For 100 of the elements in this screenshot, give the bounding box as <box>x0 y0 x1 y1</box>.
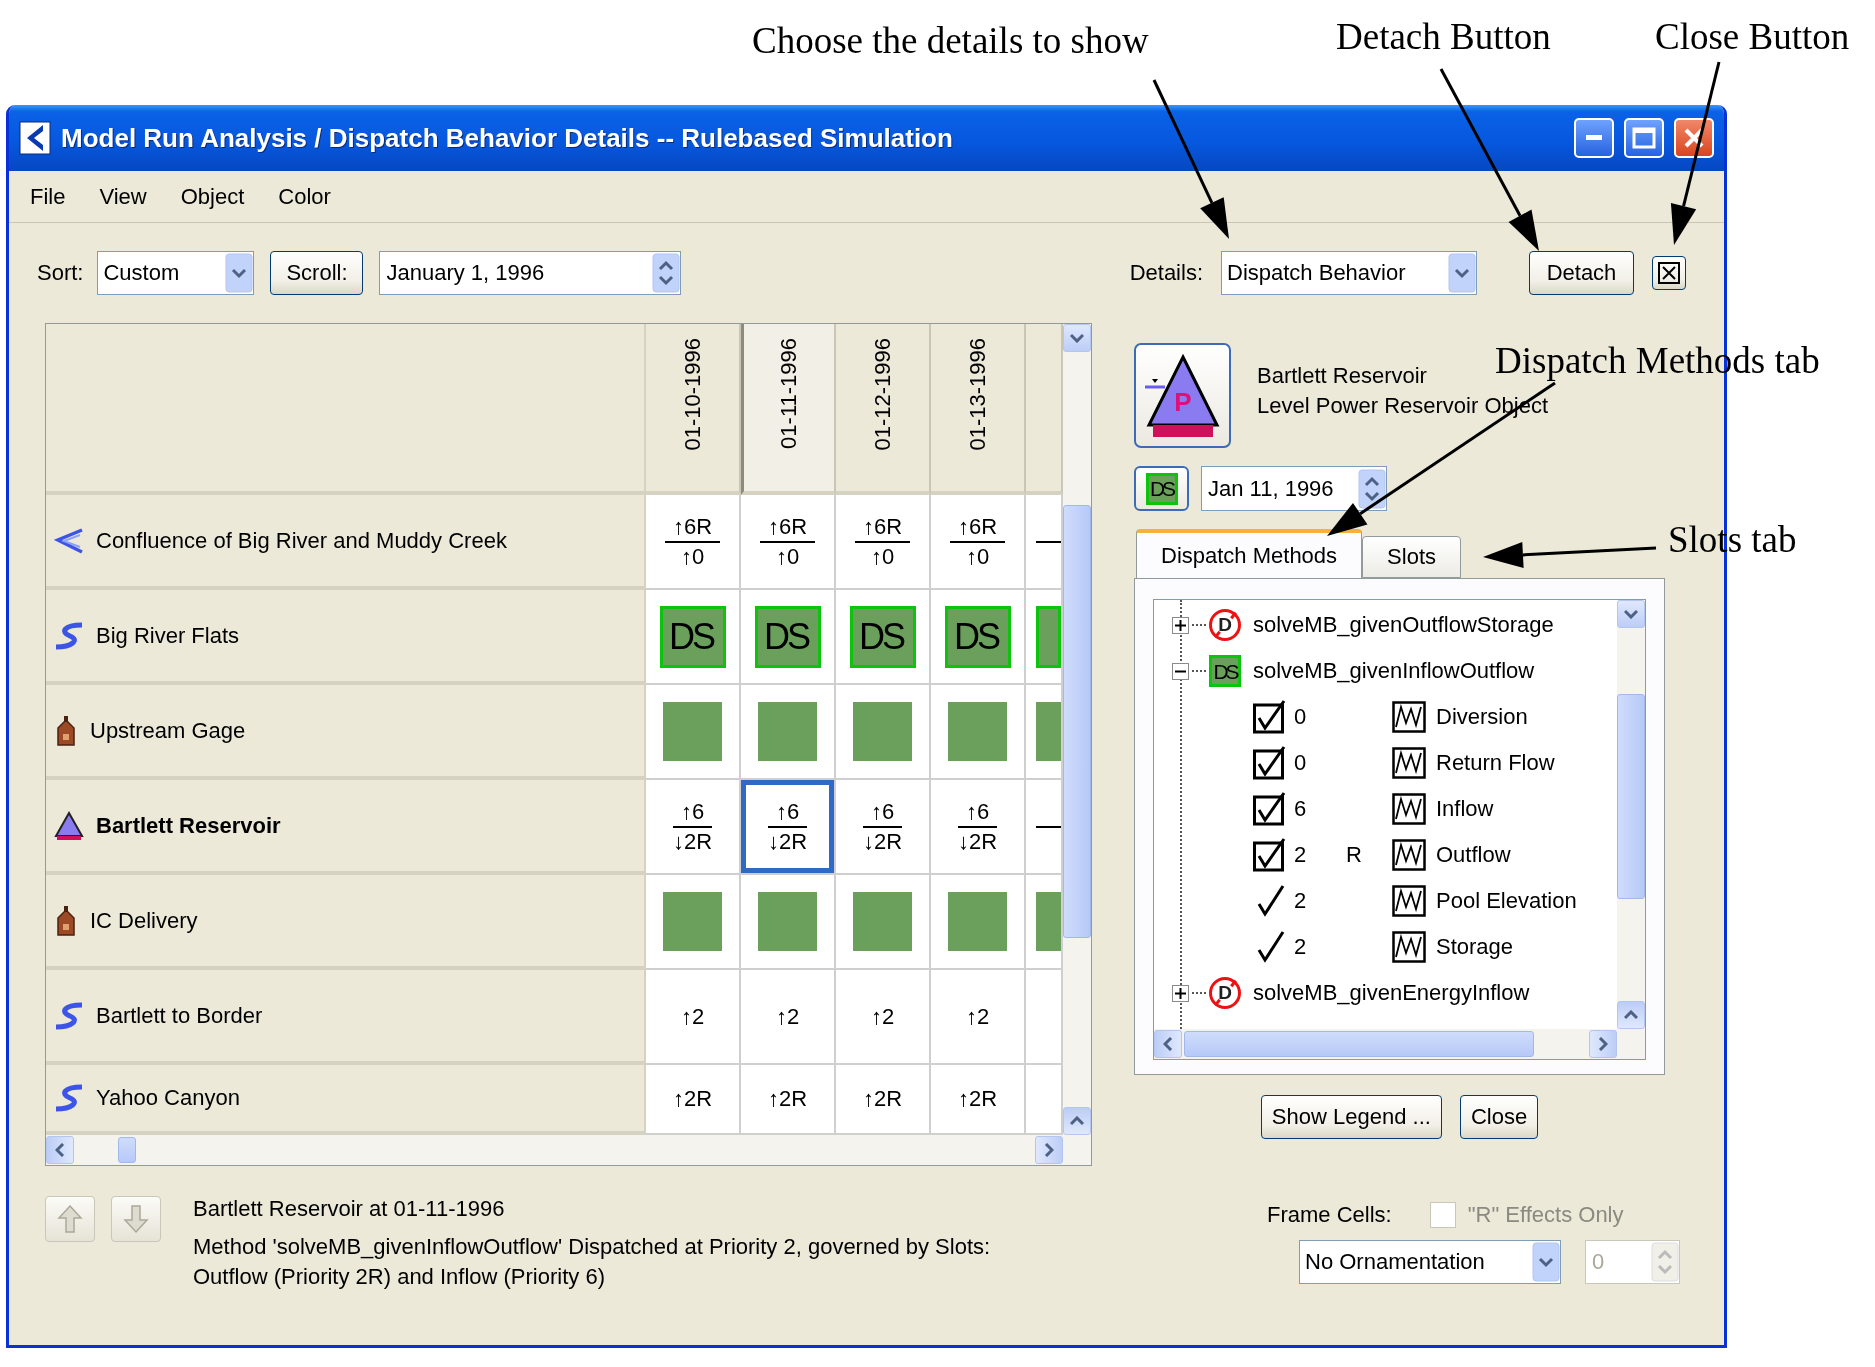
scroll-thumb[interactable] <box>1184 1031 1534 1057</box>
slot-name[interactable]: Inflow <box>1436 796 1494 822</box>
table-cell[interactable] <box>836 685 931 780</box>
method-name[interactable]: solveMB_givenInflowOutflow <box>1253 658 1535 684</box>
table-cell[interactable]: ↑6R ↑0 <box>646 495 741 590</box>
table-cell[interactable]: ↑2 <box>646 970 741 1065</box>
legend-button[interactable]: Show Legend ... <box>1260 1095 1442 1139</box>
scroll-right-button[interactable] <box>1035 1136 1063 1164</box>
table-cell[interactable] <box>1026 875 1063 970</box>
sort-dropdown[interactable]: Custom <box>97 251 255 295</box>
table-cell[interactable]: DS <box>741 590 836 685</box>
table-cell[interactable] <box>741 685 836 780</box>
scroll-down-button[interactable] <box>1063 1107 1091 1135</box>
not-dispatched-badge: D <box>1209 609 1241 641</box>
table-cell[interactable]: ↑2R <box>836 1065 931 1135</box>
table-cell[interactable] <box>931 875 1026 970</box>
table-cell[interactable] <box>1026 1065 1063 1135</box>
table-cell[interactable]: ↑6 ↓2R <box>836 780 931 875</box>
method-name[interactable]: solveMB_givenOutflowStorage <box>1253 612 1554 638</box>
table-cell[interactable]: DS <box>646 590 741 685</box>
column-header[interactable]: 01-12-1996 <box>836 324 931 495</box>
table-cell[interactable] <box>741 875 836 970</box>
callout-label: Choose the details to show <box>752 22 1149 59</box>
date-spinner[interactable]: Jan 11, 1996 <box>1201 466 1387 511</box>
table-cell[interactable] <box>646 875 741 970</box>
scroll-down-button[interactable] <box>1617 1001 1645 1029</box>
slot-name[interactable]: Return Flow <box>1436 750 1555 776</box>
table-cell[interactable]: DS <box>836 590 931 685</box>
table-cell[interactable]: ↑2 <box>836 970 931 1065</box>
menu-item[interactable]: Color <box>261 183 348 210</box>
table-cell[interactable]: ↑6R ↑0 <box>836 495 931 590</box>
table-cell[interactable]: ↑2R <box>741 1065 836 1135</box>
table-cell[interactable]: ↑2R <box>931 1065 1026 1135</box>
slot-name[interactable]: Diversion <box>1436 704 1528 730</box>
row-header[interactable]: Big River Flats <box>46 590 646 685</box>
expand-toggle[interactable] <box>1172 984 1189 1002</box>
ornamentation-dropdown[interactable]: No Ornamentation <box>1299 1240 1561 1284</box>
row-header[interactable]: Confluence of Big River and Muddy Creek <box>46 495 646 590</box>
table-cell[interactable] <box>1026 970 1063 1065</box>
table-cell[interactable]: ↑2R <box>646 1065 741 1135</box>
row-header[interactable]: Bartlett Reservoir <box>46 780 646 875</box>
triangle-icon <box>54 810 84 841</box>
row-header[interactable]: Upstream Gage <box>46 685 646 780</box>
tab[interactable]: Slots <box>1362 536 1461 578</box>
table-cell[interactable] <box>1026 495 1063 590</box>
close-button[interactable] <box>1674 118 1714 158</box>
close-button[interactable]: Close <box>1459 1095 1539 1139</box>
table-cell[interactable]: ↑6 ↓2R <box>646 780 741 875</box>
dispatch-status-button[interactable]: DS <box>1134 466 1189 511</box>
date-spinner[interactable]: January 1, 1996 <box>379 251 682 295</box>
menu-item[interactable]: File <box>13 183 83 210</box>
scroll-up-button[interactable] <box>1617 600 1645 628</box>
table-cell[interactable] <box>1026 780 1063 875</box>
hut-icon <box>54 715 78 746</box>
row-header[interactable]: Bartlett to Border <box>46 970 646 1065</box>
table-cell[interactable]: ↑6R ↑0 <box>931 495 1026 590</box>
slot-name[interactable]: Outflow <box>1436 842 1511 868</box>
menu-item[interactable]: Object <box>163 183 262 210</box>
scroll-left-button[interactable] <box>1154 1030 1182 1058</box>
row-header[interactable]: Yahoo Canyon <box>46 1065 646 1135</box>
table-cell[interactable]: ↑2 <box>931 970 1026 1065</box>
tab[interactable]: Dispatch Methods <box>1136 529 1363 579</box>
method-name[interactable]: solveMB_givenEnergyInflow <box>1253 980 1530 1006</box>
table-cell[interactable] <box>1026 685 1063 780</box>
table-cell[interactable] <box>1026 590 1063 685</box>
scroll-button[interactable]: Scroll: <box>270 251 364 295</box>
table-cell[interactable]: ↑6 ↓2R <box>741 780 836 875</box>
close-panel-button[interactable] <box>1652 256 1686 290</box>
collapse-toggle[interactable] <box>1172 662 1189 680</box>
table-cell[interactable] <box>646 685 741 780</box>
scroll-right-button[interactable] <box>1589 1030 1617 1058</box>
table-cell[interactable]: DS <box>931 590 1026 685</box>
column-header[interactable]: 01-11-1996 <box>741 324 836 495</box>
chevron-icon <box>1070 333 1084 343</box>
maximize-button[interactable] <box>1624 118 1664 158</box>
plus-icon <box>1175 619 1186 631</box>
menu-item[interactable]: View <box>82 183 164 210</box>
table-cell[interactable] <box>836 875 931 970</box>
scroll-thumb[interactable] <box>1063 505 1091 938</box>
scroll-thumb[interactable] <box>118 1137 136 1163</box>
table-cell[interactable]: ↑2 <box>741 970 836 1065</box>
table-cell[interactable] <box>931 685 1026 780</box>
row-label: IC Delivery <box>90 907 198 934</box>
close-box-icon <box>1657 261 1681 285</box>
table-cell[interactable]: ↑6R ↑0 <box>741 495 836 590</box>
details-dropdown[interactable]: Dispatch Behavior <box>1221 251 1477 295</box>
ds-badge: DS <box>754 605 821 668</box>
row-header[interactable]: IC Delivery <box>46 875 646 970</box>
table-cell[interactable]: ↑6 ↓2R <box>931 780 1026 875</box>
detach-button[interactable]: Detach <box>1529 251 1634 295</box>
slot-name[interactable]: Pool Elevation <box>1436 888 1577 914</box>
expand-toggle[interactable] <box>1172 616 1189 634</box>
scroll-left-button[interactable] <box>46 1136 74 1164</box>
column-header[interactable]: 01-13-1996 <box>931 324 1026 495</box>
column-header[interactable]: 01-10-1996 <box>646 324 741 495</box>
slot-name[interactable]: Storage <box>1436 934 1514 960</box>
scroll-thumb[interactable] <box>1617 694 1645 899</box>
ds-badge: DS <box>1209 655 1241 687</box>
minimize-button[interactable] <box>1574 118 1614 158</box>
scroll-up-button[interactable] <box>1063 324 1091 352</box>
